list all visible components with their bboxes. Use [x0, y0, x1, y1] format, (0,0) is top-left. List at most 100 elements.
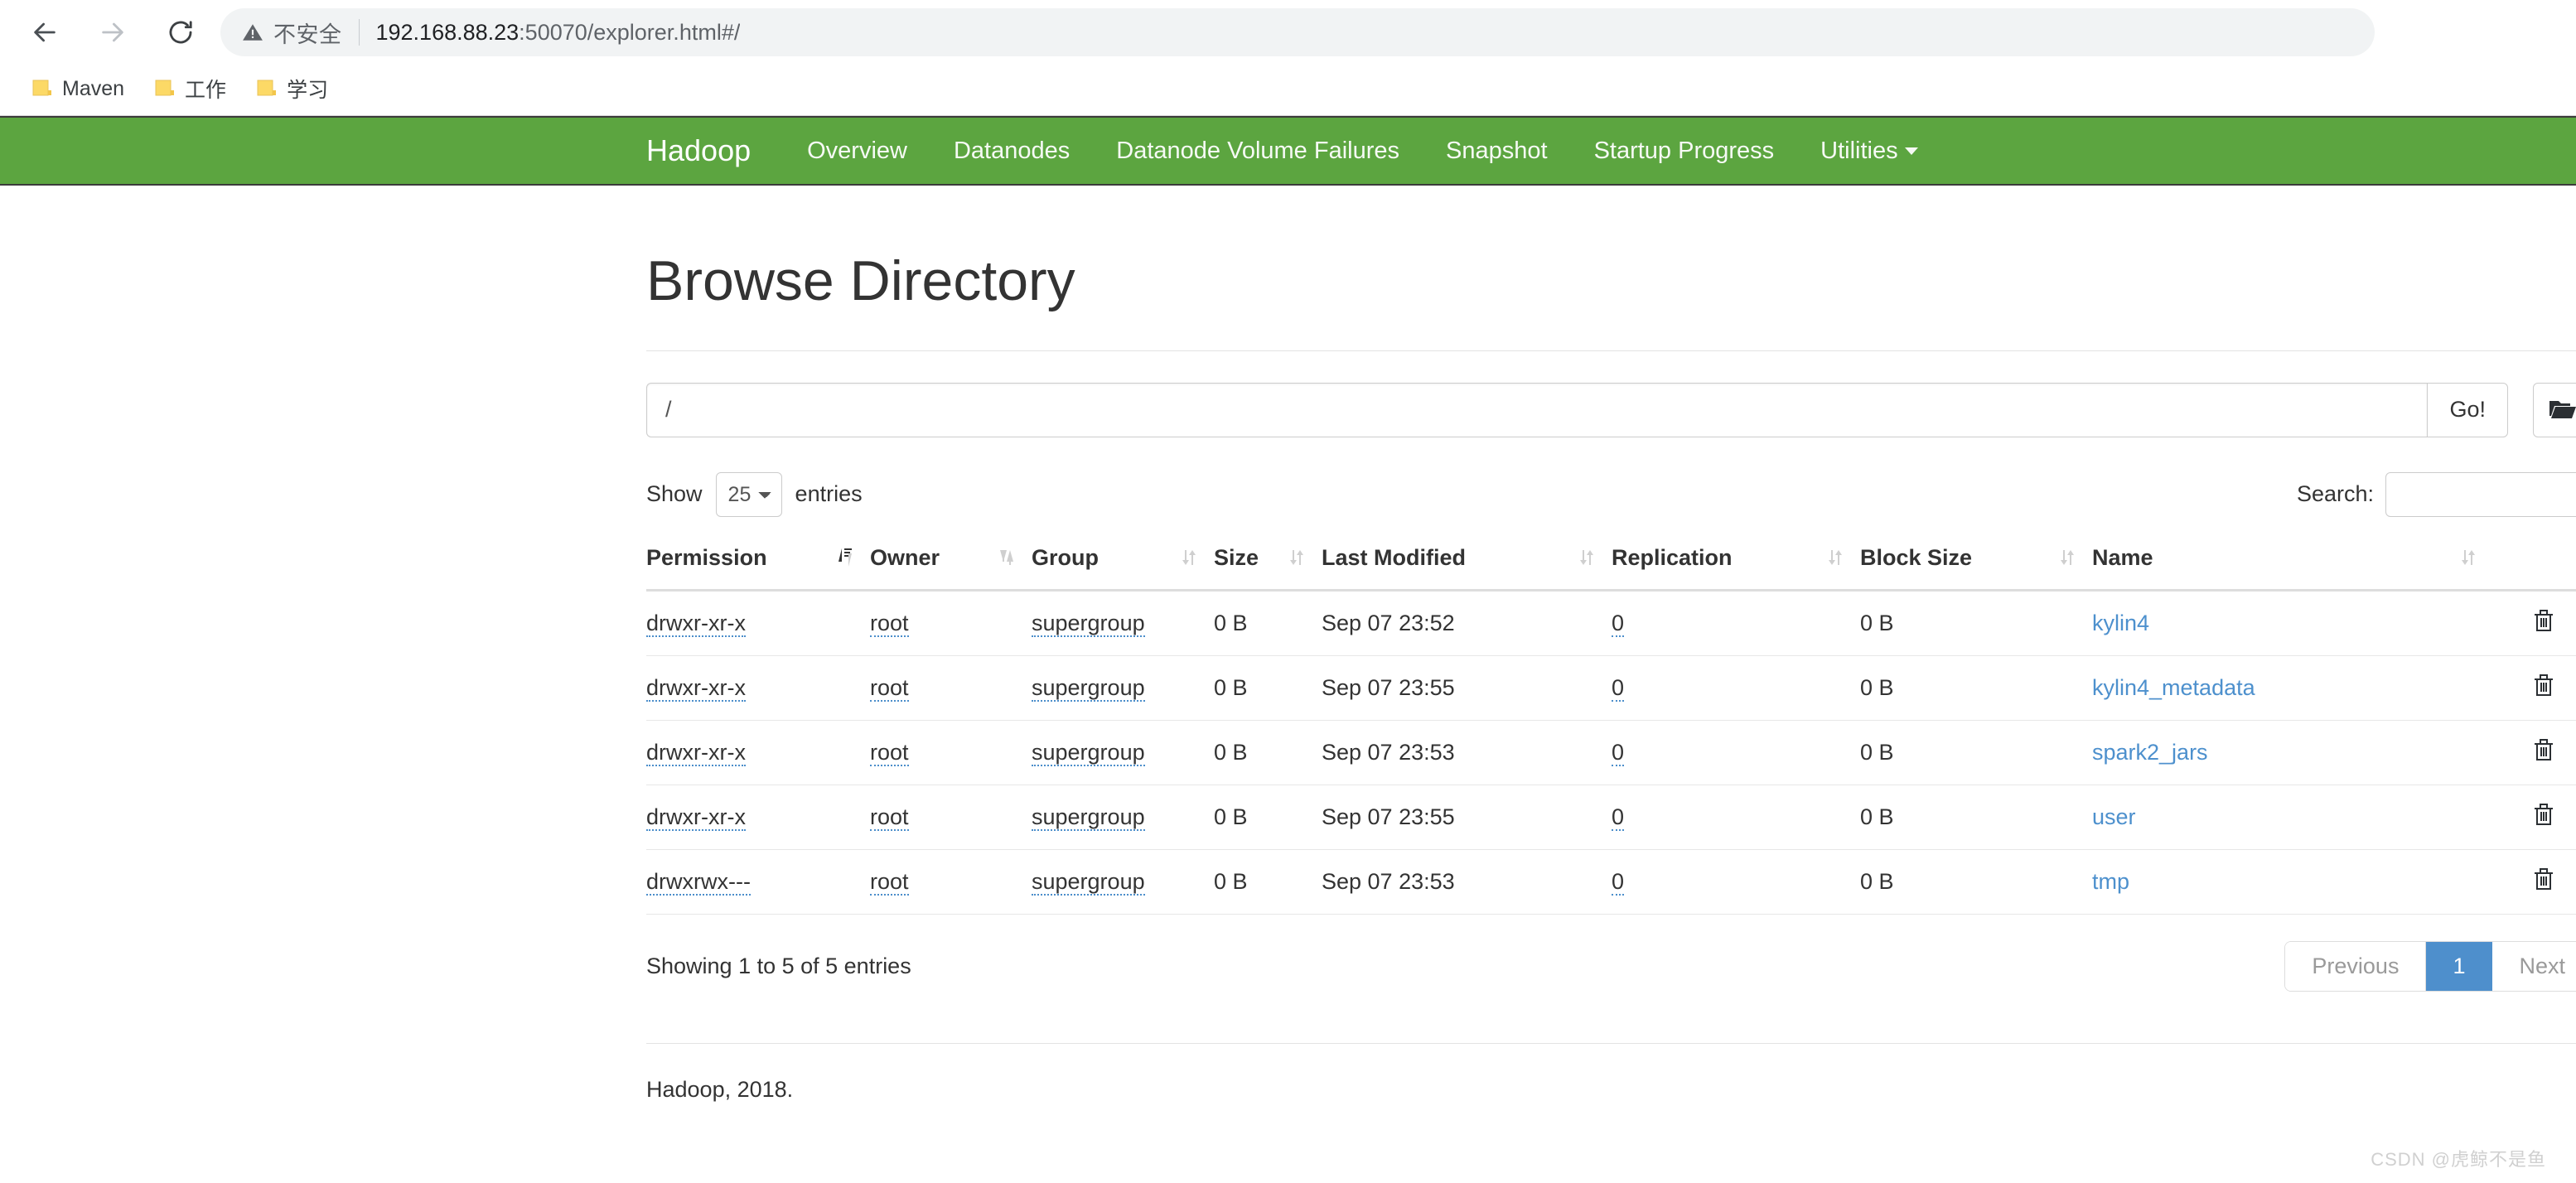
replication-value[interactable]: 0 — [1612, 611, 1624, 637]
create-folder-button[interactable] — [2533, 383, 2576, 437]
column-header-actions[interactable] — [2493, 545, 2576, 591]
group-value[interactable]: supergroup — [1032, 740, 1145, 766]
permission-value[interactable]: drwxrwx--- — [646, 869, 751, 896]
column-header-permission[interactable]: Permission — [646, 545, 870, 591]
replication-value[interactable]: 0 — [1612, 869, 1624, 896]
owner-value[interactable]: root — [870, 869, 909, 896]
table-body: drwxr-xr-x root supergroup 0 B Sep 07 23… — [646, 590, 2576, 914]
cell-actions — [2493, 785, 2576, 849]
nav-link-datanodes[interactable]: Datanodes — [930, 138, 1093, 165]
pagination-previous[interactable]: Previous — [2285, 942, 2426, 991]
column-header-name[interactable]: Name — [2092, 545, 2493, 591]
cell-replication: 0 — [1612, 785, 1860, 849]
column-header-size[interactable]: Size — [1214, 545, 1322, 591]
column-label: Group — [1032, 545, 1099, 571]
group-value[interactable]: supergroup — [1032, 675, 1145, 702]
cell-replication: 0 — [1612, 720, 1860, 785]
search-input[interactable] — [2385, 472, 2576, 517]
column-header-replication[interactable]: Replication — [1612, 545, 1860, 591]
nav-link-datanode-volume-failures[interactable]: Datanode Volume Failures — [1093, 138, 1423, 165]
column-header-group[interactable]: Group — [1032, 545, 1214, 591]
owner-value[interactable]: root — [870, 804, 909, 831]
main-container: Browse Directory Go! Show 25 — [646, 186, 2576, 1103]
path-input[interactable] — [646, 383, 2427, 437]
delete-button[interactable] — [2533, 867, 2554, 894]
sort-icon — [998, 547, 1015, 568]
cell-block-size: 0 B — [1860, 655, 2092, 720]
bookmark-study[interactable]: 学习 — [244, 69, 340, 109]
url-text: 192.168.88.23:50070/explorer.html#/ — [376, 20, 741, 46]
sort-icon — [1288, 547, 1305, 568]
column-header-block-size[interactable]: Block Size — [1860, 545, 2092, 591]
owner-value[interactable]: root — [870, 740, 909, 766]
file-name-link[interactable]: kylin4 — [2092, 611, 2149, 635]
page-title: Browse Directory — [646, 250, 2576, 312]
folder-icon — [154, 79, 176, 99]
owner-value[interactable]: root — [870, 611, 909, 637]
replication-value[interactable]: 0 — [1612, 740, 1624, 766]
permission-value[interactable]: drwxr-xr-x — [646, 675, 746, 702]
omnibox-divider — [359, 19, 360, 46]
cell-group: supergroup — [1032, 720, 1214, 785]
column-header-owner[interactable]: Owner — [870, 545, 1032, 591]
title-divider — [646, 350, 2576, 351]
go-button[interactable]: Go! — [2427, 383, 2508, 437]
delete-button[interactable] — [2533, 737, 2554, 765]
folder-icon — [256, 79, 278, 99]
file-name-link[interactable]: spark2_jars — [2092, 740, 2208, 765]
nav-link-startup-progress[interactable]: Startup Progress — [1571, 138, 1798, 165]
trash-icon — [2533, 867, 2554, 894]
browser-toolbar: 不安全 192.168.88.23:50070/explorer.html#/ — [0, 0, 2576, 65]
replication-value[interactable]: 0 — [1612, 804, 1624, 831]
file-name-link[interactable]: tmp — [2092, 869, 2129, 894]
pagination-next[interactable]: Next — [2492, 942, 2576, 991]
cell-last-modified: Sep 07 23:53 — [1322, 849, 1612, 914]
group-value[interactable]: supergroup — [1032, 869, 1145, 896]
bookmark-maven[interactable]: Maven — [20, 72, 136, 106]
cell-size: 0 B — [1214, 785, 1322, 849]
reload-button[interactable] — [156, 7, 205, 57]
delete-button[interactable] — [2533, 673, 2554, 700]
page-length-select[interactable]: 25 — [716, 472, 782, 517]
url-host: 192.168.88.23 — [376, 20, 520, 45]
open-folder-icon — [2549, 397, 2576, 422]
cell-owner: root — [870, 590, 1032, 655]
cell-permission: drwxr-xr-x — [646, 785, 870, 849]
chevron-down-icon — [1905, 147, 1918, 155]
cell-last-modified: Sep 07 23:52 — [1322, 590, 1612, 655]
file-name-link[interactable]: user — [2092, 804, 2136, 829]
owner-value[interactable]: root — [870, 675, 909, 702]
file-listing-table: Permission Owner — [646, 545, 2576, 915]
pagination-page-1[interactable]: 1 — [2426, 942, 2492, 991]
group-value[interactable]: supergroup — [1032, 611, 1145, 637]
page-length-control: Show 25 entries — [646, 472, 863, 517]
column-label: Owner — [870, 545, 940, 571]
permission-value[interactable]: drwxr-xr-x — [646, 804, 746, 831]
column-header-last-modified[interactable]: Last Modified — [1322, 545, 1612, 591]
nav-link-snapshot[interactable]: Snapshot — [1423, 138, 1571, 165]
table-row: drwxrwx--- root supergroup 0 B Sep 07 23… — [646, 849, 2576, 914]
column-label: Name — [2092, 545, 2153, 571]
nav-dropdown-utilities[interactable]: Utilities — [1797, 138, 1940, 165]
back-button[interactable] — [20, 7, 70, 57]
navbar-brand[interactable]: Hadoop — [646, 133, 751, 168]
cell-block-size: 0 B — [1860, 785, 2092, 849]
replication-value[interactable]: 0 — [1612, 675, 1624, 702]
permission-value[interactable]: drwxr-xr-x — [646, 740, 746, 766]
bookmark-work[interactable]: 工作 — [143, 69, 238, 109]
cell-block-size: 0 B — [1860, 720, 2092, 785]
sort-icon — [1827, 547, 1844, 568]
file-name-link[interactable]: kylin4_metadata — [2092, 675, 2255, 700]
watermark: CSDN @虎鲸不是鱼 — [2371, 1145, 2546, 1171]
group-value[interactable]: supergroup — [1032, 804, 1145, 831]
nav-link-overview[interactable]: Overview — [784, 138, 930, 165]
security-status-label: 不安全 — [273, 17, 342, 49]
permission-value[interactable]: drwxr-xr-x — [646, 611, 746, 637]
address-bar[interactable]: 不安全 192.168.88.23:50070/explorer.html#/ — [220, 8, 2375, 56]
delete-button[interactable] — [2533, 802, 2554, 829]
delete-button[interactable] — [2533, 608, 2554, 635]
cell-permission: drwxrwx--- — [646, 849, 870, 914]
column-label: Last Modified — [1322, 545, 1466, 571]
cell-group: supergroup — [1032, 590, 1214, 655]
table-header-row: Permission Owner — [646, 545, 2576, 591]
